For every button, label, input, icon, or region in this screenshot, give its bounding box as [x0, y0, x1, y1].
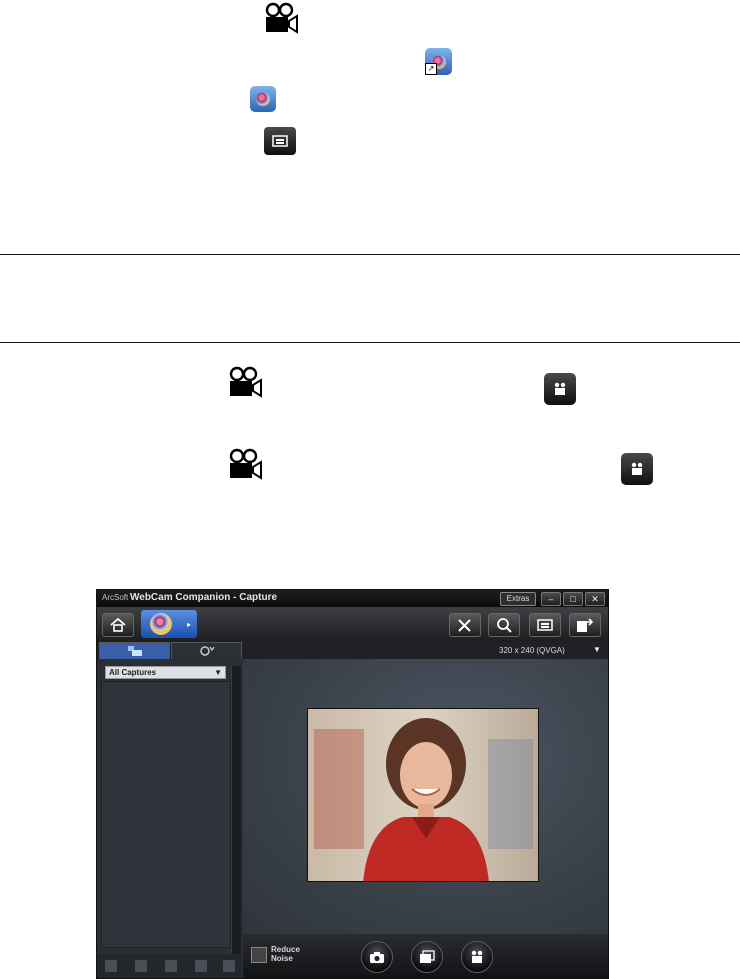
webcam-companion-shortcut-icon: ↗	[425, 48, 452, 75]
webcam-companion-icon	[250, 86, 276, 112]
email-icon[interactable]	[165, 960, 177, 972]
export-icon	[577, 618, 594, 632]
resolution-select[interactable]: 320 x 240 (QVGA)	[499, 646, 565, 655]
extras-button[interactable]: Extras	[500, 592, 536, 606]
settings-button[interactable]	[449, 613, 481, 637]
print-icon[interactable]	[195, 960, 207, 972]
play-icon[interactable]	[105, 960, 117, 972]
zoom-face-tracking-button[interactable]	[488, 613, 520, 637]
magnifier-icon	[497, 618, 512, 633]
camera-icon	[370, 951, 384, 963]
reduce-noise-checkbox[interactable]	[251, 947, 267, 963]
capture-controls-bar: Reduce Noise	[243, 934, 608, 978]
webcam-companion-window: ArcSoft WebCam Companion - Capture Extra…	[96, 589, 609, 979]
tab-bar: 320 x 240 (QVGA) ▼	[97, 641, 608, 659]
capture-library-panel: All Captures ▼ ⁞	[97, 659, 246, 978]
library-icon	[127, 646, 142, 656]
take-photo-button[interactable]	[361, 941, 393, 973]
chevron-right-icon: ▸	[187, 620, 192, 629]
window-title: WebCam Companion - Capture	[130, 592, 278, 603]
minimize-button[interactable]: –	[541, 592, 561, 606]
divider-top	[0, 254, 740, 255]
captures-filter-dropdown[interactable]: All Captures ▼	[105, 666, 226, 679]
video-camera-icon	[229, 448, 262, 480]
preview-window-icon	[537, 619, 553, 631]
video-camera-icon	[229, 366, 262, 398]
captures-filter-label: All Captures	[109, 668, 157, 677]
close-button[interactable]: ✕	[585, 592, 605, 606]
library-actions-bar	[97, 954, 242, 978]
effects-icon	[199, 646, 214, 656]
record-video-button-icon	[621, 453, 653, 485]
home-icon	[110, 618, 126, 632]
chevron-down-icon: ▼	[214, 668, 222, 677]
live-preview-area	[243, 659, 608, 934]
preview-window-button-icon	[264, 127, 296, 155]
open-folder-icon[interactable]	[135, 960, 147, 972]
brand-label: ArcSoft	[102, 593, 129, 602]
export-button[interactable]	[569, 613, 601, 637]
tab-library[interactable]	[99, 642, 170, 659]
reduce-noise-label: Reduce Noise	[271, 945, 300, 963]
divider-bottom	[0, 342, 740, 343]
webcam-icon	[150, 613, 172, 635]
main-toolbar: ▸	[97, 607, 608, 641]
captures-list[interactable]	[101, 681, 231, 948]
record-video-button-icon	[544, 373, 576, 405]
shortcut-arrow-icon: ↗	[425, 63, 437, 75]
maximize-button[interactable]: □	[563, 592, 583, 606]
burst-capture-button[interactable]	[411, 941, 443, 973]
webcam-preview-image	[307, 708, 539, 882]
video-camera-icon	[265, 2, 298, 34]
home-button[interactable]	[102, 613, 134, 637]
burst-icon	[420, 950, 435, 963]
scrollbar[interactable]	[231, 666, 241, 966]
tools-icon	[458, 619, 471, 632]
tab-effects[interactable]	[171, 642, 242, 659]
preview-window-button[interactable]	[529, 613, 561, 637]
video-camera-icon	[471, 950, 483, 963]
title-bar: ArcSoft WebCam Companion - Capture Extra…	[97, 590, 608, 607]
delete-icon[interactable]	[223, 960, 235, 972]
record-video-button[interactable]	[461, 941, 493, 973]
capture-mode-button[interactable]: ▸	[141, 610, 197, 638]
chevron-down-icon[interactable]: ▼	[593, 645, 601, 654]
